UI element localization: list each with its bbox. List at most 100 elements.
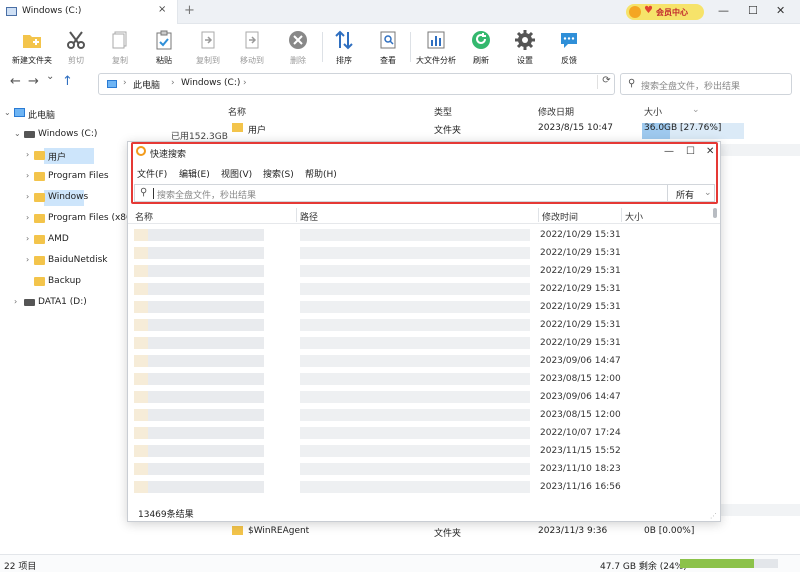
mascot-icon (629, 6, 641, 18)
delete-button[interactable]: 删除 (274, 28, 322, 68)
scrollbar-thumb[interactable] (713, 208, 717, 218)
expand-arrow-icon[interactable]: › (26, 234, 29, 243)
menu-help[interactable]: 帮助(H) (305, 167, 337, 180)
redacted-path (300, 229, 530, 241)
column-header-type[interactable]: 类型 (434, 105, 452, 118)
tree-item-this-pc[interactable]: ⌄ 此电脑 (0, 104, 220, 124)
column-header-date[interactable]: 修改日期 (538, 105, 574, 118)
quick-search-input[interactable]: ⚲ 搜索全盘文件，秒出结果 所有 ⌄ (134, 184, 715, 202)
chevron-down-icon: ⌄ (704, 188, 712, 198)
toolbar: 新建文件夹 剪切 复制 粘贴 复制到 移动到 删除 排序 查看 大文件分析 刷新 (0, 24, 800, 68)
result-row[interactable]: 2022/10/29 15:31 (128, 316, 714, 334)
result-row[interactable]: 2023/11/16 16:56 (128, 478, 714, 496)
folder-icon (34, 277, 45, 286)
scope-select[interactable]: 所有 ⌄ (667, 185, 716, 201)
refresh-button[interactable]: 刷新 (457, 28, 505, 68)
address-bar[interactable]: › 此电脑 › Windows (C:) › (98, 73, 615, 95)
popup-close-button[interactable]: ✕ (706, 146, 714, 157)
menu-search[interactable]: 搜索(S) (263, 167, 294, 180)
global-search-input[interactable]: ⚲ 搜索全盘文件，秒出结果 (620, 73, 792, 95)
expand-arrow-icon[interactable]: ⌄ (14, 129, 21, 138)
column-header-name[interactable]: 名称 (228, 105, 246, 118)
gear-icon (515, 30, 535, 50)
result-row[interactable]: 2022/10/29 15:31 (128, 280, 714, 298)
tree-label: Windows (48, 192, 89, 202)
result-row[interactable]: 2023/09/06 14:47 (128, 388, 714, 406)
redacted-name (134, 373, 264, 385)
result-row[interactable]: 2022/10/29 15:31 (128, 334, 714, 352)
column-header-size[interactable]: 大小 (644, 105, 662, 118)
result-row[interactable]: 2023/08/15 12:00 (128, 406, 714, 424)
expand-arrow-icon[interactable]: › (26, 213, 29, 222)
tree-label: BaiduNetdisk (48, 255, 108, 265)
close-button[interactable]: ✕ (776, 4, 785, 17)
maximize-button[interactable]: ☐ (748, 4, 758, 17)
breadcrumb-drive-c[interactable]: Windows (C:) (181, 78, 240, 88)
column-divider[interactable] (296, 208, 297, 222)
cut-button[interactable]: 剪切 (52, 28, 100, 68)
result-row[interactable]: 2023/08/15 12:00 (128, 370, 714, 388)
menu-edit[interactable]: 编辑(E) (179, 167, 210, 180)
move-to-button[interactable]: 移动到 (228, 28, 276, 68)
title-bar: Windows (C:) × + ♥ 会员中心 — ☐ ✕ (0, 0, 800, 24)
copy-to-button[interactable]: 复制到 (184, 28, 232, 68)
drive-icon (24, 131, 35, 138)
column-header-size[interactable]: 大小 (625, 210, 643, 223)
expand-arrow-icon[interactable]: › (26, 192, 29, 201)
menu-view[interactable]: 视图(V) (221, 167, 252, 180)
result-row[interactable]: 2022/10/29 15:31 (128, 244, 714, 262)
minimize-button[interactable]: — (718, 4, 729, 17)
column-divider[interactable] (538, 208, 539, 222)
scrollbar[interactable] (713, 208, 717, 504)
view-button[interactable]: 查看 (364, 28, 412, 68)
sort-button[interactable]: 排序 (320, 28, 368, 68)
column-header-path[interactable]: 路径 (300, 210, 318, 223)
expand-arrow-icon[interactable]: ⌄ (4, 108, 11, 117)
column-header-name[interactable]: 名称 (135, 210, 153, 223)
new-folder-button[interactable]: 新建文件夹 (8, 28, 56, 68)
redacted-name (134, 409, 264, 421)
new-tab-button[interactable]: + (184, 3, 195, 18)
settings-button[interactable]: 设置 (501, 28, 549, 68)
resize-grip-icon[interactable]: ⋰ (710, 512, 717, 520)
column-divider[interactable] (621, 208, 622, 222)
tab-close-icon[interactable]: × (158, 4, 166, 15)
expand-arrow-icon[interactable]: › (26, 171, 29, 180)
result-row[interactable]: 2022/10/29 15:31 (128, 262, 714, 280)
file-row[interactable]: 用户 文件夹 2023/8/15 10:47 36.0GB [27.76%] (224, 119, 800, 139)
paste-button[interactable]: 粘贴 (140, 28, 188, 68)
forward-button[interactable]: → (28, 74, 39, 89)
popup-maximize-button[interactable]: ☐ (686, 146, 695, 157)
feedback-button[interactable]: 反馈 (545, 28, 593, 68)
hidden-row (720, 144, 800, 156)
result-row[interactable]: 2022/10/29 15:31 (128, 226, 714, 244)
chevron-down-icon[interactable]: ⌄ (692, 105, 700, 115)
copy-button[interactable]: 复制 (96, 28, 144, 68)
tab-windows-c[interactable]: Windows (C:) × (0, 0, 178, 24)
vip-label: 会员中心 (656, 8, 688, 17)
menu-file[interactable]: 文件(F) (137, 167, 167, 180)
expand-arrow-icon[interactable]: › (26, 150, 29, 159)
result-row[interactable]: 2022/10/07 17:24 (128, 424, 714, 442)
toolbar-label: 大文件分析 (416, 56, 456, 65)
popup-minimize-button[interactable]: — (664, 146, 674, 157)
redacted-path (300, 301, 530, 313)
back-button[interactable]: ← (10, 74, 21, 89)
redacted-file-icon (134, 319, 148, 331)
result-row[interactable]: 2023/11/15 15:52 (128, 442, 714, 460)
heart-icon: ♥ (644, 5, 653, 16)
file-row[interactable]: $WinREAgent 文件夹 2023/11/3 9:36 0B [0.00%… (224, 522, 800, 540)
large-file-analysis-button[interactable]: 大文件分析 (412, 28, 460, 68)
redacted-name (134, 427, 264, 439)
result-row[interactable]: 2023/09/06 14:47 (128, 352, 714, 370)
history-dropdown[interactable]: ⌄ (46, 71, 54, 82)
result-row[interactable]: 2022/10/29 15:31 (128, 298, 714, 316)
expand-arrow-icon[interactable]: › (14, 297, 17, 306)
breadcrumb-this-pc[interactable]: 此电脑 (133, 78, 160, 91)
result-row[interactable]: 2023/11/10 18:23 (128, 460, 714, 478)
address-refresh-button[interactable]: ⟳ (597, 75, 615, 89)
column-header-mtime[interactable]: 修改时间 (542, 210, 578, 223)
expand-arrow-icon[interactable]: › (26, 255, 29, 264)
up-button[interactable]: ↑ (62, 74, 73, 89)
vip-center-button[interactable]: ♥ 会员中心 (626, 4, 704, 20)
